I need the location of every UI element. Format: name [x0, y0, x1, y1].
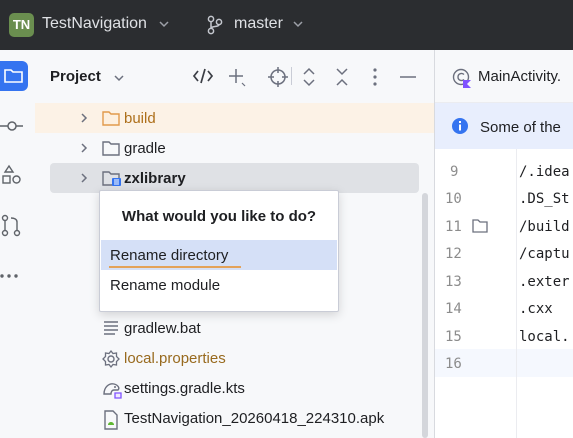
chevron-down-icon[interactable] — [292, 18, 304, 30]
minimize-icon[interactable] — [398, 66, 418, 88]
tree-row-zxlibrary[interactable]: zxlibrary — [50, 163, 419, 193]
pull-request-icon — [1, 214, 21, 237]
gutter-border — [516, 149, 517, 438]
rename-directory-option[interactable]: Rename directory — [101, 240, 337, 270]
editor-tab-bar: MainActivity. — [435, 50, 573, 103]
toolbar-separator — [291, 67, 292, 85]
code-line[interactable]: /build — [519, 219, 570, 235]
tree-row-local-properties[interactable]: local.properties — [35, 343, 434, 373]
structure-tool-button[interactable] — [0, 161, 28, 191]
android-file-icon — [104, 410, 118, 430]
panel-title[interactable]: Project — [50, 68, 101, 85]
text-file-icon — [104, 321, 118, 335]
more-horizontal-icon — [0, 274, 18, 278]
shapes-icon — [2, 164, 21, 184]
pull-requests-tool-button[interactable] — [0, 211, 28, 241]
option-label: Rename directory — [110, 247, 229, 264]
collapse-all-icon[interactable] — [333, 66, 351, 88]
scrollbar[interactable] — [422, 193, 428, 438]
folder-icon — [102, 111, 120, 126]
commit-icon — [0, 121, 23, 131]
tree-item-label: local.properties — [124, 350, 226, 367]
line-number: 14 — [445, 301, 462, 317]
code-line[interactable]: .cxx — [519, 301, 553, 317]
branch-icon — [207, 15, 223, 35]
project-panel-header: Project — [35, 50, 434, 102]
module-folder-icon — [102, 171, 121, 186]
line-number: 13 — [445, 274, 462, 290]
spellcheck-underline — [109, 266, 241, 268]
code-line[interactable]: .DS_St — [519, 191, 570, 207]
chevron-down-icon[interactable] — [158, 18, 170, 30]
add-icon[interactable] — [226, 66, 248, 88]
commit-tool-button[interactable] — [0, 111, 28, 141]
popup-title: What would you like to do? — [121, 208, 317, 225]
gradle-file-icon — [103, 383, 122, 399]
locate-icon[interactable] — [267, 66, 289, 88]
code-line[interactable]: /captu — [519, 246, 570, 262]
tree-item-label: build — [124, 110, 156, 127]
expand-all-icon[interactable] — [300, 66, 318, 88]
line-number: 16 — [445, 356, 462, 372]
branch-name[interactable]: master — [234, 15, 283, 33]
more-vertical-icon[interactable] — [370, 66, 380, 88]
sync-scroll-icon[interactable] — [192, 66, 214, 86]
tool-window-strip — [0, 50, 36, 438]
option-label: Rename module — [110, 277, 221, 294]
kotlin-class-icon[interactable] — [451, 67, 473, 89]
more-tools-button[interactable] — [0, 261, 28, 291]
tree-item-label: gradle — [124, 140, 166, 157]
chevron-right-icon[interactable] — [79, 172, 89, 184]
line-number: 9 — [450, 164, 459, 180]
code-line[interactable]: /.idea — [519, 164, 570, 180]
chevron-right-icon[interactable] — [79, 112, 89, 124]
folder-icon — [472, 219, 488, 233]
tree-row-build[interactable]: build — [35, 103, 434, 133]
line-number: 15 — [445, 329, 462, 345]
tree-item-label: zxlibrary — [124, 170, 186, 187]
tree-row-gradle[interactable]: gradle — [35, 133, 434, 163]
project-tool-button[interactable] — [0, 61, 28, 91]
folder-icon — [102, 141, 120, 156]
tree-item-label: settings.gradle.kts — [124, 380, 245, 397]
tree-row-apk[interactable]: TestNavigation_20260418_224310.apk — [35, 403, 434, 433]
project-name[interactable]: TestNavigation — [42, 15, 147, 33]
tree-row-settings-gradle[interactable]: settings.gradle.kts — [35, 373, 434, 403]
info-banner: Some of the — [435, 103, 573, 149]
line-number: 10 — [445, 191, 462, 207]
folder-icon — [4, 69, 23, 83]
editor-area: MainActivity. Some of the 9 /.idea 10 .D… — [435, 50, 573, 438]
info-icon — [452, 118, 468, 134]
editor-tab[interactable]: MainActivity. — [478, 68, 561, 85]
title-bar: TN TestNavigation master — [0, 0, 573, 50]
chevron-right-icon[interactable] — [79, 142, 89, 154]
tree-item-label: gradlew.bat — [124, 320, 201, 337]
code-line[interactable]: local. — [519, 329, 570, 345]
gear-icon — [102, 349, 120, 369]
tree-row-gradlew-bat[interactable]: gradlew.bat — [35, 313, 434, 343]
rename-choice-popup: What would you like to do? Rename direct… — [99, 190, 339, 312]
project-badge[interactable]: TN — [9, 13, 34, 37]
tree-item-label: TestNavigation_20260418_224310.apk — [124, 410, 385, 427]
chevron-down-icon[interactable] — [113, 72, 125, 84]
banner-text: Some of the — [480, 119, 561, 136]
line-number: 12 — [445, 246, 462, 262]
code-line[interactable]: .exter — [519, 274, 570, 290]
line-number: 11 — [445, 219, 462, 235]
rename-module-option[interactable]: Rename module — [101, 270, 337, 300]
